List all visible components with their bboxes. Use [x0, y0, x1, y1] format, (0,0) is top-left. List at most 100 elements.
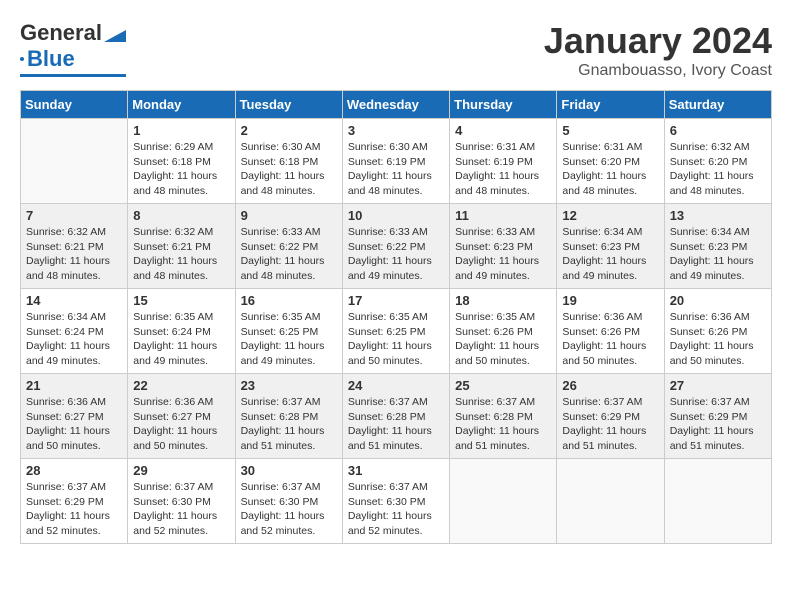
calendar-cell: 26 Sunrise: 6:37 AMSunset: 6:29 PMDayligh…: [557, 374, 664, 459]
weekday-header-saturday: Saturday: [664, 91, 771, 119]
day-info: Sunrise: 6:37 AMSunset: 6:30 PMDaylight:…: [241, 480, 337, 539]
day-info: Sunrise: 6:36 AMSunset: 6:26 PMDaylight:…: [670, 310, 766, 369]
day-info: Sunrise: 6:32 AMSunset: 6:21 PMDaylight:…: [133, 225, 229, 284]
logo-dot: [20, 57, 24, 61]
calendar-cell: [557, 459, 664, 544]
calendar-cell: 16 Sunrise: 6:35 AMSunset: 6:25 PMDayligh…: [235, 289, 342, 374]
month-title: January 2024: [544, 20, 772, 62]
day-info: Sunrise: 6:37 AMSunset: 6:30 PMDaylight:…: [133, 480, 229, 539]
day-number: 17: [348, 293, 444, 308]
week-row-5: 28 Sunrise: 6:37 AMSunset: 6:29 PMDayligh…: [21, 459, 772, 544]
calendar-cell: [21, 119, 128, 204]
calendar-cell: 1 Sunrise: 6:29 AMSunset: 6:18 PMDaylight…: [128, 119, 235, 204]
day-number: 1: [133, 123, 229, 138]
day-number: 22: [133, 378, 229, 393]
day-number: 28: [26, 463, 122, 478]
weekday-header-tuesday: Tuesday: [235, 91, 342, 119]
header: General Blue January 2024 Gnambouasso, I…: [20, 20, 772, 80]
calendar-cell: 31Sunrise: 6:37 AMSunset: 6:30 PMDayligh…: [342, 459, 449, 544]
day-number: 2: [241, 123, 337, 138]
day-info: Sunrise: 6:34 AMSunset: 6:23 PMDaylight:…: [670, 225, 766, 284]
day-number: 4: [455, 123, 551, 138]
calendar-body: 1 Sunrise: 6:29 AMSunset: 6:18 PMDaylight…: [21, 119, 772, 544]
week-row-2: 7 Sunrise: 6:32 AMSunset: 6:21 PMDaylight…: [21, 204, 772, 289]
weekday-header-row: SundayMondayTuesdayWednesdayThursdayFrid…: [21, 91, 772, 119]
calendar-cell: 15 Sunrise: 6:35 AMSunset: 6:24 PMDayligh…: [128, 289, 235, 374]
logo-blue: Blue: [27, 46, 75, 72]
day-info: Sunrise: 6:35 AMSunset: 6:24 PMDaylight:…: [133, 310, 229, 369]
day-number: 25: [455, 378, 551, 393]
day-info: Sunrise: 6:37 AMSunset: 6:29 PMDaylight:…: [26, 480, 122, 539]
calendar-cell: 30Sunrise: 6:37 AMSunset: 6:30 PMDayligh…: [235, 459, 342, 544]
day-info: Sunrise: 6:33 AMSunset: 6:22 PMDaylight:…: [241, 225, 337, 284]
day-number: 13: [670, 208, 766, 223]
logo-general: General: [20, 20, 102, 46]
location-title: Gnambouasso, Ivory Coast: [544, 62, 772, 80]
day-number: 12: [562, 208, 658, 223]
calendar-cell: 9 Sunrise: 6:33 AMSunset: 6:22 PMDaylight…: [235, 204, 342, 289]
day-number: 14: [26, 293, 122, 308]
day-number: 26: [562, 378, 658, 393]
day-info: Sunrise: 6:33 AMSunset: 6:22 PMDaylight:…: [348, 225, 444, 284]
day-info: Sunrise: 6:31 AMSunset: 6:20 PMDaylight:…: [562, 140, 658, 199]
calendar-cell: 11Sunrise: 6:33 AMSunset: 6:23 PMDayligh…: [450, 204, 557, 289]
day-info: Sunrise: 6:36 AMSunset: 6:27 PMDaylight:…: [133, 395, 229, 454]
calendar-cell: 21Sunrise: 6:36 AMSunset: 6:27 PMDayligh…: [21, 374, 128, 459]
calendar-cell: 3Sunrise: 6:30 AMSunset: 6:19 PMDaylight…: [342, 119, 449, 204]
day-number: 9: [241, 208, 337, 223]
calendar-cell: 12 Sunrise: 6:34 AMSunset: 6:23 PMDayligh…: [557, 204, 664, 289]
day-info: Sunrise: 6:37 AMSunset: 6:30 PMDaylight:…: [348, 480, 444, 539]
calendar-header: SundayMondayTuesdayWednesdayThursdayFrid…: [21, 91, 772, 119]
day-info: Sunrise: 6:37 AMSunset: 6:29 PMDaylight:…: [562, 395, 658, 454]
day-number: 5: [562, 123, 658, 138]
title-area: January 2024 Gnambouasso, Ivory Coast: [544, 20, 772, 80]
logo: General Blue: [20, 20, 126, 77]
day-number: 7: [26, 208, 122, 223]
day-number: 29: [133, 463, 229, 478]
day-info: Sunrise: 6:37 AMSunset: 6:28 PMDaylight:…: [241, 395, 337, 454]
day-number: 19: [562, 293, 658, 308]
calendar-cell: 2 Sunrise: 6:30 AMSunset: 6:18 PMDaylight…: [235, 119, 342, 204]
calendar-cell: [450, 459, 557, 544]
week-row-3: 14Sunrise: 6:34 AMSunset: 6:24 PMDayligh…: [21, 289, 772, 374]
calendar-cell: 25 Sunrise: 6:37 AMSunset: 6:28 PMDayligh…: [450, 374, 557, 459]
day-info: Sunrise: 6:34 AMSunset: 6:23 PMDaylight:…: [562, 225, 658, 284]
day-info: Sunrise: 6:35 AMSunset: 6:25 PMDaylight:…: [348, 310, 444, 369]
day-info: Sunrise: 6:33 AMSunset: 6:23 PMDaylight:…: [455, 225, 551, 284]
calendar-cell: 8 Sunrise: 6:32 AMSunset: 6:21 PMDaylight…: [128, 204, 235, 289]
day-info: Sunrise: 6:30 AMSunset: 6:18 PMDaylight:…: [241, 140, 337, 199]
day-number: 24: [348, 378, 444, 393]
day-info: Sunrise: 6:37 AMSunset: 6:28 PMDaylight:…: [348, 395, 444, 454]
weekday-header-friday: Friday: [557, 91, 664, 119]
day-number: 15: [133, 293, 229, 308]
day-number: 8: [133, 208, 229, 223]
calendar-cell: 22 Sunrise: 6:36 AMSunset: 6:27 PMDayligh…: [128, 374, 235, 459]
day-number: 23: [241, 378, 337, 393]
logo-underline: [20, 74, 126, 77]
calendar-cell: 28 Sunrise: 6:37 AMSunset: 6:29 PMDayligh…: [21, 459, 128, 544]
calendar-cell: 29 Sunrise: 6:37 AMSunset: 6:30 PMDayligh…: [128, 459, 235, 544]
day-info: Sunrise: 6:29 AMSunset: 6:18 PMDaylight:…: [133, 140, 229, 199]
day-info: Sunrise: 6:36 AMSunset: 6:26 PMDaylight:…: [562, 310, 658, 369]
day-info: Sunrise: 6:37 AMSunset: 6:28 PMDaylight:…: [455, 395, 551, 454]
day-number: 6: [670, 123, 766, 138]
calendar-cell: 10Sunrise: 6:33 AMSunset: 6:22 PMDayligh…: [342, 204, 449, 289]
day-info: Sunrise: 6:30 AMSunset: 6:19 PMDaylight:…: [348, 140, 444, 199]
day-info: Sunrise: 6:37 AMSunset: 6:29 PMDaylight:…: [670, 395, 766, 454]
calendar-cell: 6 Sunrise: 6:32 AMSunset: 6:20 PMDaylight…: [664, 119, 771, 204]
calendar-cell: 27Sunrise: 6:37 AMSunset: 6:29 PMDayligh…: [664, 374, 771, 459]
calendar-cell: 23 Sunrise: 6:37 AMSunset: 6:28 PMDayligh…: [235, 374, 342, 459]
day-number: 16: [241, 293, 337, 308]
week-row-4: 21Sunrise: 6:36 AMSunset: 6:27 PMDayligh…: [21, 374, 772, 459]
calendar-cell: 17 Sunrise: 6:35 AMSunset: 6:25 PMDayligh…: [342, 289, 449, 374]
calendar-cell: 4Sunrise: 6:31 AMSunset: 6:19 PMDaylight…: [450, 119, 557, 204]
weekday-header-monday: Monday: [128, 91, 235, 119]
day-number: 20: [670, 293, 766, 308]
day-info: Sunrise: 6:35 AMSunset: 6:25 PMDaylight:…: [241, 310, 337, 369]
logo-icon: [104, 24, 126, 42]
calendar-cell: 5 Sunrise: 6:31 AMSunset: 6:20 PMDaylight…: [557, 119, 664, 204]
calendar-cell: 20 Sunrise: 6:36 AMSunset: 6:26 PMDayligh…: [664, 289, 771, 374]
calendar-table: SundayMondayTuesdayWednesdayThursdayFrid…: [20, 90, 772, 544]
day-info: Sunrise: 6:32 AMSunset: 6:20 PMDaylight:…: [670, 140, 766, 199]
weekday-header-thursday: Thursday: [450, 91, 557, 119]
